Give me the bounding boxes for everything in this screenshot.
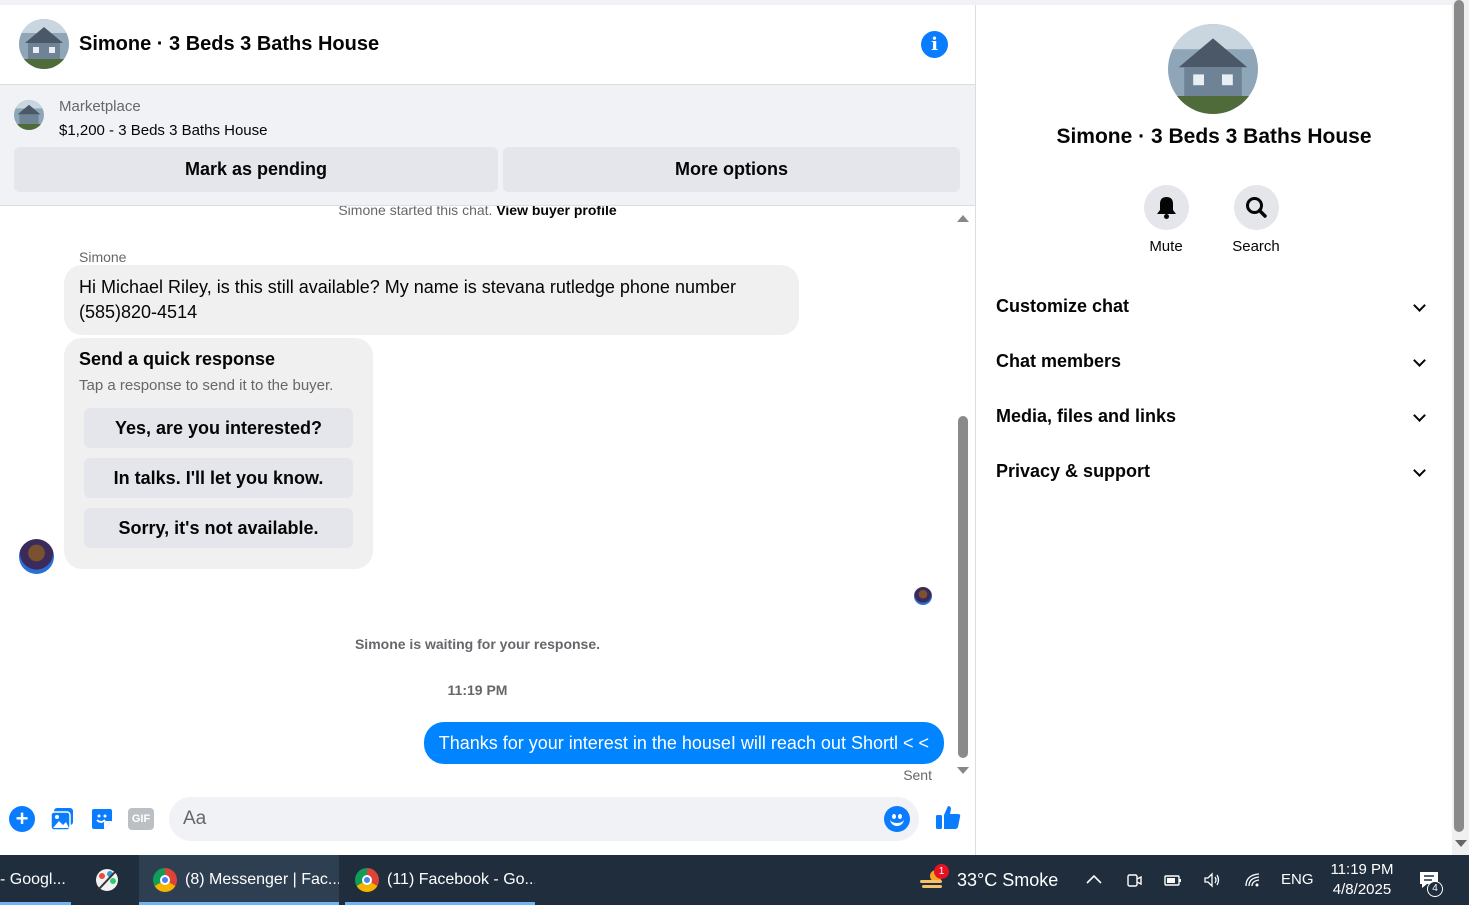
quick-response-option[interactable]: Yes, are you interested? [84,408,353,448]
listing-category: Marketplace [59,98,141,115]
taskbar-item-label: (8) Messenger | Fac... [185,871,339,888]
page-scrollbar-thumb[interactable] [1454,0,1464,832]
message-input[interactable] [183,803,863,835]
section-customize-chat[interactable]: Customize chat [996,286,1432,326]
listing-name[interactable]: $1,200 - 3 Beds 3 Baths House [59,122,267,139]
section-privacy-support[interactable]: Privacy & support [996,451,1432,491]
messenger-window: Simone · 3 Beds 3 Baths House i Marketpl… [0,0,1469,855]
info-avatar[interactable] [1168,24,1258,114]
chevron-down-icon [1413,299,1426,312]
weather-text[interactable]: 33°C Smoke [957,855,1058,905]
listing-thumbnail[interactable] [14,100,44,130]
emoji-mouth [890,818,904,826]
taskbar-item-label: - Googl... [0,871,66,888]
emoji-icon[interactable] [884,806,910,832]
page-scrollbar[interactable] [1452,0,1469,855]
mute-label: Mute [1149,238,1183,255]
gif-icon[interactable]: GIF [128,808,154,830]
composer: + GIF [0,789,975,855]
clock-date: 4/8/2025 [1332,881,1392,898]
sent-status: Sent [903,767,932,783]
chrome-icon [153,867,177,892]
battery-icon[interactable] [1164,871,1182,889]
message-input-box[interactable] [169,797,919,841]
listing-banner: Marketplace $1,200 - 3 Beds 3 Baths Hous… [0,85,975,206]
section-label: Privacy & support [996,461,1151,481]
scroll-down-arrow-icon[interactable] [957,767,969,774]
section-label: Chat members [996,351,1122,371]
weather-alert-badge: 1 [934,864,949,879]
scroll-down-arrow-icon[interactable] [1455,840,1467,847]
listing-avatar[interactable] [19,19,69,69]
taskbar-item-google[interactable]: - Googl... [0,855,71,905]
clock-time: 11:19 PM [1330,861,1394,878]
quick-response-subtitle: Tap a response to send it to the buyer. [79,377,334,394]
quick-response-card: Send a quick response Tap a response to … [64,338,373,569]
chat-started-text: Simone started this chat. [338,206,493,218]
bell-icon[interactable] [1143,185,1189,230]
chevron-down-icon [1413,409,1426,422]
chrome-icon [355,867,379,892]
wifi-icon[interactable] [1244,871,1262,889]
incoming-message[interactable]: Hi Michael Riley, is this still availabl… [64,265,799,335]
chevron-up-icon[interactable] [1085,871,1103,889]
outgoing-message[interactable]: Thanks for your interest in the houseI w… [423,722,944,764]
photo-icon[interactable] [49,806,75,832]
info-title: Simone · 3 Beds 3 Baths House [1056,125,1372,148]
chat-started-notice: Simone started this chat. View buyer pro… [0,206,955,218]
taskbar-item-messenger[interactable]: (8) Messenger | Fac... [139,855,339,905]
chat-info-pane: Simone · 3 Beds 3 Baths House Mute Searc… [976,5,1452,855]
chat-title[interactable]: Simone · 3 Beds 3 Baths House [79,33,379,56]
sender-avatar[interactable] [19,539,54,574]
section-media-files-links[interactable]: Media, files and links [996,396,1432,436]
taskbar-item-facebook[interactable]: (11) Facebook - Go... [345,855,535,905]
message-timestamp: 11:19 PM [447,682,508,698]
read-receipt-avatar [914,587,932,605]
meet-icon[interactable] [1125,871,1143,889]
language-indicator[interactable]: ENG [1281,855,1314,905]
section-chat-members[interactable]: Chat members [996,341,1432,381]
mute-button[interactable]: Mute [1136,185,1196,255]
notification-count-badge: 4 [1427,881,1443,897]
section-label: Customize chat [996,296,1130,316]
chevron-down-icon [1413,464,1426,477]
info-icon[interactable]: i [921,31,948,58]
paint-icon [96,869,118,891]
quick-response-option[interactable]: In talks. I'll let you know. [84,458,353,498]
sticker-icon[interactable] [89,806,115,832]
system-clock[interactable]: 11:19 PM 4/8/2025 [1322,860,1402,900]
mark-as-pending-button[interactable]: Mark as pending [14,147,498,192]
view-buyer-profile-link[interactable]: View buyer profile [496,206,616,218]
more-options-button[interactable]: More options [503,147,960,192]
waiting-notice: Simone is waiting for your response. [354,636,601,652]
search-label: Search [1232,238,1280,255]
chevron-down-icon [1413,354,1426,367]
search-button[interactable]: Search [1226,185,1286,255]
taskbar-item-app[interactable] [80,855,135,905]
search-icon[interactable] [1233,185,1279,230]
message-scrollbar[interactable] [955,206,973,789]
chat-header: Simone · 3 Beds 3 Baths House i [0,5,975,85]
message-list: Simone started this chat. View buyer pro… [0,206,955,789]
windows-taskbar: - Googl... (8) Messenger | Fac... (11) F… [0,855,1469,905]
scroll-up-arrow-icon[interactable] [957,215,969,222]
taskbar-item-label: (11) Facebook - Go... [387,871,535,888]
sender-name: Simone [79,249,127,265]
quick-response-option[interactable]: Sorry, it's not available. [84,508,353,548]
section-label: Media, files and links [996,406,1177,426]
chat-pane: Simone · 3 Beds 3 Baths House i Marketpl… [0,5,975,855]
volume-icon[interactable] [1203,871,1221,889]
like-icon[interactable] [934,803,962,831]
plus-icon[interactable]: + [9,806,35,832]
scrollbar-thumb[interactable] [958,416,968,758]
quick-response-title: Send a quick response [79,349,276,369]
